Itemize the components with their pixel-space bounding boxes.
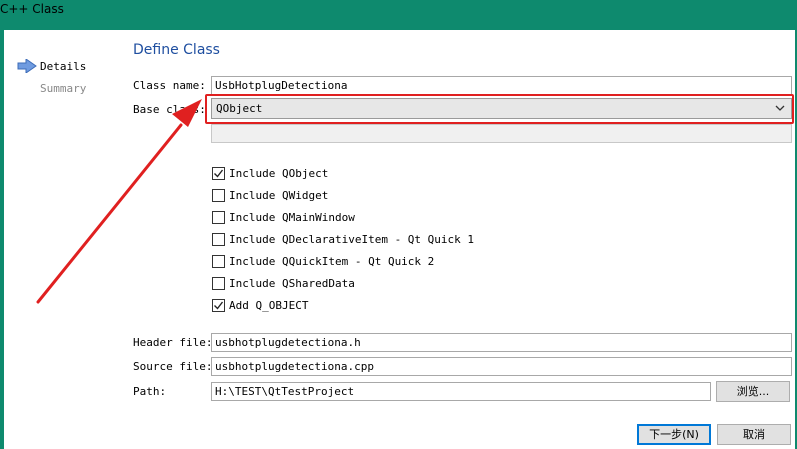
source-file-label: Source file: bbox=[133, 360, 213, 373]
next-button[interactable]: 下一步(N) bbox=[637, 424, 711, 445]
checkbox-label: Include QObject bbox=[229, 167, 329, 180]
nav-item-details[interactable]: Details bbox=[40, 60, 86, 73]
checkbox-label: Include QMainWindow bbox=[229, 211, 355, 224]
window-left-edge bbox=[0, 30, 4, 449]
cancel-button[interactable]: 取消 bbox=[717, 424, 791, 445]
checkbox-label: Include QSharedData bbox=[229, 277, 355, 290]
checkbox-box bbox=[212, 167, 225, 180]
page-title: Define Class bbox=[133, 42, 220, 58]
browse-button[interactable]: 浏览... bbox=[716, 381, 790, 402]
checkbox-label: Include QDeclarativeItem - Qt Quick 1 bbox=[229, 233, 475, 246]
path-label: Path: bbox=[133, 385, 167, 398]
checkbox-box bbox=[212, 233, 225, 246]
checkbox-box bbox=[212, 299, 225, 312]
title-bar[interactable]: C++ Class bbox=[0, 0, 797, 30]
nav-item-summary[interactable]: Summary bbox=[40, 82, 86, 95]
class-name-input[interactable]: UsbHotplugDetectiona bbox=[211, 76, 792, 95]
checkbox-box bbox=[212, 255, 225, 268]
checkmark-icon bbox=[214, 169, 224, 178]
current-step-arrow-icon bbox=[17, 59, 37, 73]
checkbox-label: Include QQuickItem - Qt Quick 2 bbox=[229, 255, 435, 268]
source-file-input[interactable]: usbhotplugdetectiona.cpp bbox=[211, 357, 792, 376]
class-name-label: Class name: bbox=[133, 79, 206, 92]
base-class-select[interactable]: QObject bbox=[211, 98, 792, 119]
window-title: C++ Class bbox=[0, 2, 64, 16]
path-input[interactable]: H:\TEST\QtTestProject bbox=[211, 382, 711, 401]
checkmark-icon bbox=[214, 301, 224, 310]
checkbox-label: Add Q_OBJECT bbox=[229, 299, 309, 312]
header-file-label: Header file: bbox=[133, 336, 213, 349]
base-class-info-box bbox=[211, 124, 792, 143]
base-class-label: Base class: bbox=[133, 103, 206, 116]
checkbox-box bbox=[212, 277, 225, 290]
chevron-down-icon bbox=[775, 105, 785, 111]
checkbox-box bbox=[212, 189, 225, 202]
header-file-input[interactable]: usbhotplugdetectiona.h bbox=[211, 333, 792, 352]
checkbox-box bbox=[212, 211, 225, 224]
checkbox-label: Include QWidget bbox=[229, 189, 329, 202]
base-class-value: QObject bbox=[216, 102, 263, 115]
